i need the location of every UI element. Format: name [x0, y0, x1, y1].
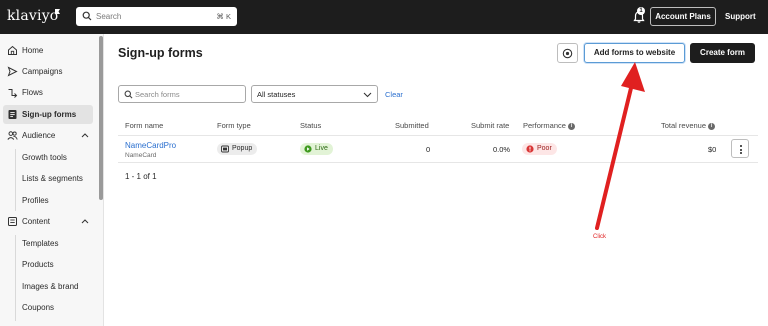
home-icon [8, 45, 17, 55]
column-header-form-type[interactable]: Form type [217, 121, 251, 130]
search-icon [124, 90, 133, 99]
sidebar-item-flows[interactable]: Flows [3, 83, 93, 102]
header-divider [118, 135, 758, 136]
create-form-button[interactable]: Create form [690, 43, 755, 63]
row-divider [118, 162, 758, 163]
search-placeholder: Search [96, 12, 122, 21]
audience-tree-line [15, 149, 16, 211]
chevron-up-icon[interactable] [81, 218, 89, 224]
global-search-input[interactable]: Search ⌘ K [76, 7, 237, 26]
logo-flag-icon [55, 9, 60, 14]
flow-icon [8, 89, 18, 98]
klaviyo-logo[interactable]: klaviyo [7, 8, 58, 24]
sidebar-item-lists-segments[interactable]: Lists & segments [22, 174, 83, 183]
column-header-status[interactable]: Status [300, 121, 321, 130]
alert-icon [526, 145, 534, 153]
more-dot [740, 152, 742, 154]
account-plans-button[interactable]: Account Plans [650, 7, 716, 26]
revenue-value: $0 [708, 145, 717, 154]
total-revenue-header-label: Total revenue [661, 121, 707, 130]
form-name-link[interactable]: NameCardPro [125, 141, 176, 150]
popup-icon [221, 145, 229, 153]
content-tree-line [15, 235, 16, 321]
column-header-submit-rate[interactable]: Submit rate [471, 121, 509, 130]
annotation-label: Click [593, 234, 606, 240]
performance-label: Poor [537, 145, 552, 152]
chevron-up-icon[interactable] [81, 132, 89, 138]
sidebar-item-images-brand[interactable]: Images & brand [22, 282, 78, 291]
sidebar-item-label: Home [22, 46, 44, 55]
settings-button[interactable] [557, 43, 578, 63]
status-filter-value: All statuses [257, 90, 296, 99]
more-dot [740, 148, 742, 151]
performance-badge: Poor [522, 143, 557, 155]
content-icon [8, 217, 17, 226]
search-icon [82, 11, 92, 21]
sidebar-item-audience[interactable]: Audience [3, 126, 93, 145]
sidebar-item-coupons[interactable]: Coupons [22, 303, 54, 312]
search-forms-placeholder: Search forms [135, 90, 180, 99]
target-icon [562, 48, 573, 59]
info-icon[interactable]: i [708, 122, 716, 130]
search-shortcut: ⌘ K [216, 12, 231, 21]
performance-header-label: Performance [523, 121, 566, 130]
info-icon[interactable]: i [567, 122, 575, 130]
status-badge: Live [300, 143, 333, 155]
sidebar-item-signup-forms[interactable]: Sign-up forms [3, 105, 93, 124]
sidebar-item-products[interactable]: Products [22, 260, 54, 269]
add-forms-to-website-button[interactable]: Add forms to website [584, 43, 685, 63]
sidebar-item-content[interactable]: Content [3, 212, 93, 231]
column-header-submitted[interactable]: Submitted [395, 121, 429, 130]
audience-icon [7, 131, 18, 140]
sidebar-item-campaigns[interactable]: Campaigns [3, 62, 93, 81]
column-header-total-revenue[interactable]: Total revenue i [661, 121, 716, 130]
form-subtitle: NameCard [125, 152, 157, 159]
submit-rate-value: 0.0% [493, 145, 511, 154]
column-header-performance[interactable]: Performance i [523, 121, 575, 130]
form-type-label: Popup [232, 145, 253, 152]
submitted-value: 0 [426, 145, 431, 154]
send-icon [7, 66, 18, 77]
sidebar-item-label: Audience [22, 131, 56, 140]
sidebar-item-growth-tools[interactable]: Growth tools [22, 153, 67, 162]
pagination-summary: 1 - 1 of 1 [125, 172, 157, 181]
sidebar-item-label: Sign-up forms [22, 110, 77, 119]
clear-filters-link[interactable]: Clear [385, 90, 403, 99]
form-type-badge: Popup [217, 143, 258, 155]
sidebar-item-home[interactable]: Home [3, 41, 93, 60]
chevron-down-icon [363, 92, 372, 98]
form-icon [8, 110, 17, 119]
support-link[interactable]: Support [725, 12, 756, 21]
status-label: Live [315, 145, 328, 152]
column-header-form-name[interactable]: Form name [125, 121, 163, 130]
more-dot [740, 145, 742, 147]
search-forms-input[interactable]: Search forms [118, 85, 246, 103]
sidebar-item-label: Content [22, 217, 51, 226]
sidebar-item-profiles[interactable]: Profiles [22, 196, 49, 205]
notification-count-badge: 1 [637, 7, 645, 15]
row-actions-button[interactable] [731, 139, 749, 158]
play-circle-icon [304, 145, 312, 153]
status-filter-select[interactable]: All statuses [251, 85, 378, 103]
sidebar-item-templates[interactable]: Templates [22, 239, 58, 248]
sidebar-scrollbar[interactable] [99, 36, 103, 200]
top-bar: klaviyo Search ⌘ K 1 Account Plans Suppo… [0, 0, 768, 34]
sidebar-item-label: Campaigns [22, 67, 63, 76]
page-title: Sign-up forms [118, 46, 203, 60]
sidebar-item-label: Flows [22, 88, 43, 97]
